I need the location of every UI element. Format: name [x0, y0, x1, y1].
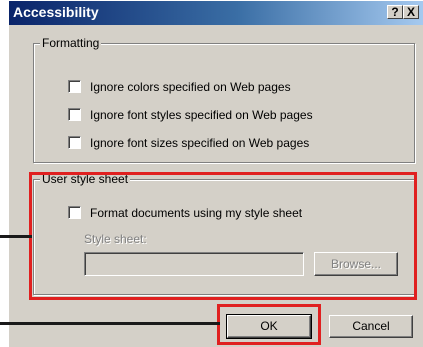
- user-style-sheet-pointer-line: [0, 235, 32, 238]
- help-icon: ?: [391, 5, 399, 19]
- cancel-button[interactable]: Cancel: [329, 315, 413, 338]
- ok-button-pointer-line: [0, 322, 220, 325]
- ignore-font-styles-label[interactable]: Ignore font styles specified on Web page…: [90, 108, 313, 122]
- user-style-sheet-highlight: [29, 172, 417, 300]
- close-icon: X: [406, 5, 415, 19]
- formatting-group: Formatting Ignore colors specified on We…: [33, 36, 415, 163]
- window-title: Accessibility: [13, 4, 99, 20]
- ok-button-highlight: [217, 304, 321, 345]
- ignore-font-styles-checkbox[interactable]: [68, 108, 81, 121]
- ignore-colors-label[interactable]: Ignore colors specified on Web pages: [90, 80, 291, 94]
- ignore-font-sizes-label[interactable]: Ignore font sizes specified on Web pages: [90, 136, 309, 150]
- ignore-font-sizes-checkbox[interactable]: [68, 136, 81, 149]
- close-button[interactable]: X: [403, 5, 419, 19]
- title-bar[interactable]: Accessibility ? X: [9, 1, 423, 25]
- formatting-legend: Formatting: [40, 36, 102, 50]
- cancel-button-label: Cancel: [352, 319, 390, 333]
- ignore-colors-checkbox[interactable]: [68, 80, 81, 93]
- help-button[interactable]: ?: [387, 5, 403, 19]
